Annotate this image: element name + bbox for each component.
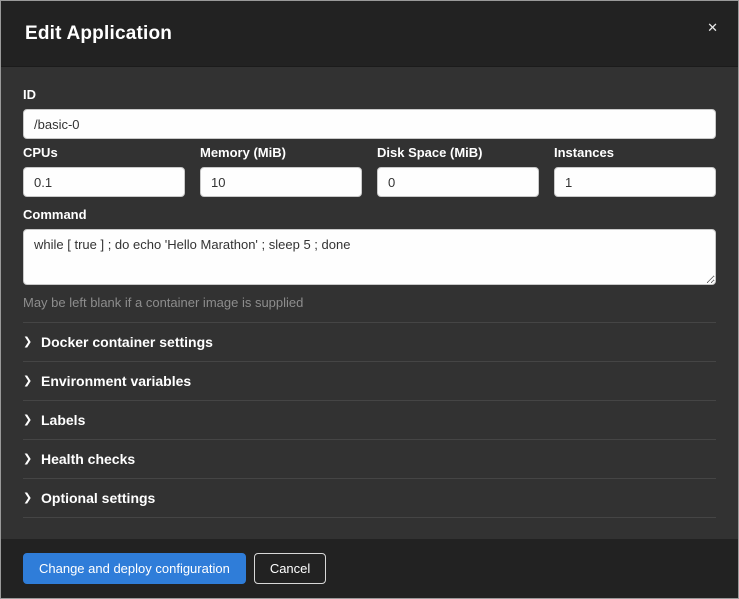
memory-label: Memory (MiB) <box>200 145 362 160</box>
cpus-field: CPUs <box>23 139 185 197</box>
cpus-input[interactable] <box>23 167 185 197</box>
instances-label: Instances <box>554 145 716 160</box>
cpus-label: CPUs <box>23 145 185 160</box>
id-label: ID <box>23 87 716 102</box>
section-label: Environment variables <box>41 373 191 389</box>
command-help-text: May be left blank if a container image i… <box>23 295 716 310</box>
instances-field: Instances <box>554 139 716 197</box>
chevron-right-icon: ❯ <box>23 454 41 465</box>
chevron-right-icon: ❯ <box>23 493 41 504</box>
section-environment-variables[interactable]: ❯ Environment variables <box>23 361 716 400</box>
id-input[interactable] <box>23 109 716 139</box>
section-label: Optional settings <box>41 490 155 506</box>
modal-header: Edit Application ✕ <box>1 1 738 67</box>
instances-input[interactable] <box>554 167 716 197</box>
change-and-deploy-button[interactable]: Change and deploy configuration <box>23 553 246 584</box>
resource-fields-row: CPUs Memory (MiB) Disk Space (MiB) Insta… <box>23 139 716 197</box>
memory-input[interactable] <box>200 167 362 197</box>
edit-application-modal: Edit Application ✕ ID CPUs Memory (MiB) … <box>0 0 739 599</box>
modal-footer: Change and deploy configuration Cancel <box>1 539 738 598</box>
section-labels[interactable]: ❯ Labels <box>23 400 716 439</box>
chevron-right-icon: ❯ <box>23 415 41 426</box>
section-docker-container-settings[interactable]: ❯ Docker container settings <box>23 322 716 361</box>
modal-body: ID CPUs Memory (MiB) Disk Space (MiB) In… <box>1 67 738 539</box>
collapsible-sections: ❯ Docker container settings ❯ Environmen… <box>23 322 716 518</box>
close-icon[interactable]: ✕ <box>703 17 722 38</box>
memory-field: Memory (MiB) <box>200 139 362 197</box>
chevron-right-icon: ❯ <box>23 337 41 348</box>
command-label: Command <box>23 207 716 222</box>
section-label: Health checks <box>41 451 135 467</box>
disk-input[interactable] <box>377 167 539 197</box>
section-optional-settings[interactable]: ❯ Optional settings <box>23 478 716 518</box>
cancel-button[interactable]: Cancel <box>254 553 326 584</box>
section-label: Labels <box>41 412 85 428</box>
disk-label: Disk Space (MiB) <box>377 145 539 160</box>
chevron-right-icon: ❯ <box>23 376 41 387</box>
section-health-checks[interactable]: ❯ Health checks <box>23 439 716 478</box>
modal-title: Edit Application <box>25 23 172 45</box>
section-label: Docker container settings <box>41 334 213 350</box>
disk-field: Disk Space (MiB) <box>377 139 539 197</box>
command-textarea[interactable]: while [ true ] ; do echo 'Hello Marathon… <box>23 229 716 285</box>
